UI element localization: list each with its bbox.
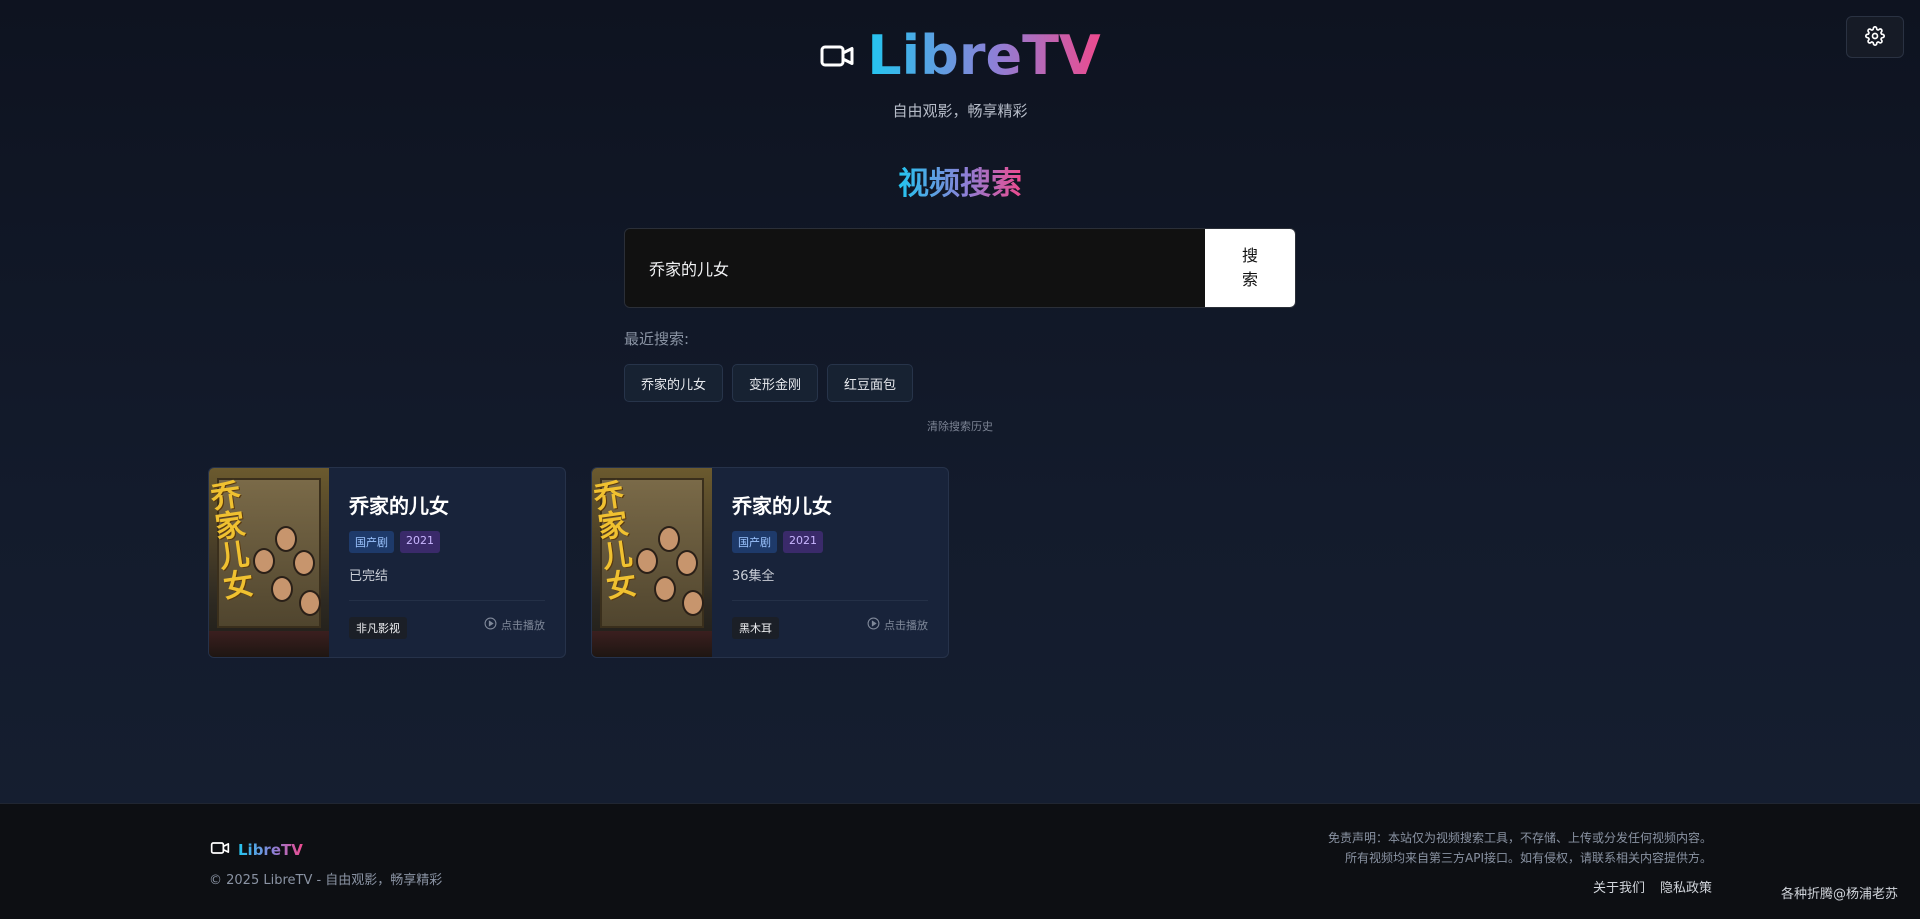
footer-credit: 各种折腾@杨浦老苏	[1780, 887, 1898, 902]
card-divider	[349, 600, 545, 601]
card-title: 乔家的儿女	[349, 494, 449, 518]
play-circle-icon	[867, 617, 880, 633]
brand-subtitle: 自由观影，畅享精彩	[892, 102, 1028, 120]
poster-image: 乔家儿女	[592, 468, 712, 657]
footer-link-about[interactable]: 关于我们	[1593, 877, 1645, 896]
play-hint-label: 点击播放	[884, 619, 928, 632]
footer-links: 关于我们 隐私政策	[1593, 877, 1712, 896]
result-card[interactable]: 乔家儿女 乔家的儿女 国产剧 2021 36集全 黑木耳 点击播放	[591, 467, 949, 658]
type-badge: 国产剧	[732, 531, 777, 553]
clear-history-link[interactable]: 清除搜索历史	[0, 418, 1920, 434]
result-card[interactable]: 乔家儿女 乔家的儿女 国产剧 2021 已完结 非凡影视 点击播放	[208, 467, 566, 658]
disclaimer-line: 所有视频均来自第三方API接口。如有侵权，请联系相关内容提供方。	[1345, 851, 1712, 865]
recent-search-item[interactable]: 变形金刚	[732, 364, 819, 402]
card-status: 已完结	[349, 569, 389, 584]
recent-search-item[interactable]: 乔家的儿女	[624, 364, 724, 402]
page-footer: LibreTV © 2025 LibreTV - 自由观影，畅享精彩 免责声明：…	[0, 803, 1920, 919]
play-hint-label: 点击播放	[501, 619, 545, 632]
type-badge: 国产剧	[349, 531, 394, 553]
recent-search-item[interactable]: 红豆面包	[827, 364, 914, 402]
poster-image: 乔家儿女	[209, 468, 329, 657]
play-hint[interactable]: 点击播放	[484, 617, 545, 633]
page-header: LibreTV 自由观影，畅享精彩	[0, 28, 1920, 121]
search-section-title-text: 视频搜索	[898, 166, 1022, 202]
disclaimer-line: 免责声明：本站仅为视频搜索工具，不存储、上传或分发任何视频内容。	[1327, 831, 1712, 845]
search-input[interactable]	[625, 229, 1205, 307]
footer-copyright: © 2025 LibreTV - 自由观影，畅享精彩	[209, 873, 443, 888]
video-camera-icon	[210, 838, 230, 862]
recent-search-list: 乔家的儿女 变形金刚 红豆面包	[624, 364, 914, 402]
results-grid: 乔家儿女 乔家的儿女 国产剧 2021 已完结 非凡影视 点击播放 乔家儿女 乔…	[208, 467, 949, 658]
card-meta: 国产剧 2021	[732, 531, 928, 553]
source-badge: 非凡影视	[349, 617, 407, 639]
footer-link-privacy[interactable]: 隐私政策	[1660, 877, 1712, 896]
card-body: 乔家的儿女 国产剧 2021 已完结 非凡影视 点击播放	[329, 468, 565, 657]
year-badge: 2021	[783, 531, 823, 553]
search-button[interactable]: 搜索	[1205, 229, 1295, 307]
footer-disclaimer: 免责声明：本站仅为视频搜索工具，不存储、上传或分发任何视频内容。 所有视频均来自…	[1328, 828, 1712, 868]
search-section-title: 视频搜索	[0, 158, 1920, 203]
card-status: 36集全	[732, 569, 775, 584]
recent-search-label: 最近搜索:	[624, 330, 690, 348]
brand[interactable]: LibreTV	[819, 24, 1101, 87]
footer-brand-title: LibreTV	[238, 841, 303, 859]
source-badge: 黑木耳	[732, 617, 779, 639]
card-title: 乔家的儿女	[732, 494, 832, 518]
card-meta: 国产剧 2021	[349, 531, 545, 553]
video-camera-icon	[819, 38, 855, 74]
footer-brand[interactable]: LibreTV	[210, 838, 303, 862]
play-circle-icon	[484, 617, 497, 633]
card-body: 乔家的儿女 国产剧 2021 36集全 黑木耳 点击播放	[712, 468, 948, 657]
play-hint[interactable]: 点击播放	[867, 617, 928, 633]
search-bar: 搜索	[624, 228, 1296, 308]
brand-title: LibreTV	[867, 24, 1101, 87]
year-badge: 2021	[400, 531, 440, 553]
card-divider	[732, 600, 928, 601]
